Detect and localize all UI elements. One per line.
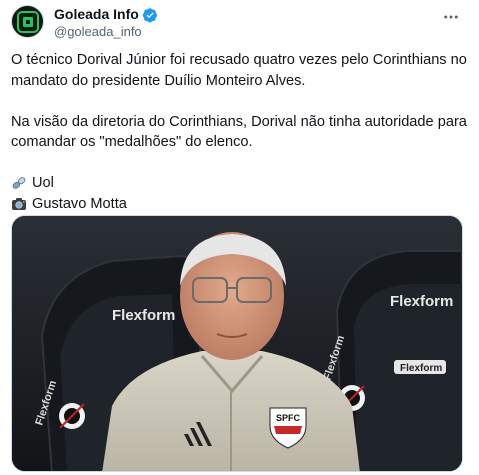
avatar[interactable] (11, 5, 44, 38)
tweet-paragraph-1: O técnico Dorival Júnior foi recusado qu… (11, 52, 467, 89)
tweet-card: Goleada Info @goleada_info O técnico Dor… (0, 0, 479, 475)
tweet-photo[interactable]: Flexform Flexform Flexform Flexform Flex… (11, 215, 463, 472)
verified-badge-icon (142, 7, 158, 23)
sponsor-text-left: Flexform (112, 307, 175, 324)
tweet-header: Goleada Info @goleada_info (11, 5, 469, 39)
tweet-paragraph-2: Na visão da diretoria do Corinthians, Do… (11, 113, 467, 151)
photo-credit: Gustavo Motta (32, 195, 127, 212)
spfc-badge-text: SPFC (276, 413, 301, 423)
sponsor-text-right-tag: Flexform (400, 363, 442, 374)
goleada-logo-icon (16, 10, 39, 33)
link-icon (11, 175, 28, 191)
author-display-name[interactable]: Goleada Info (54, 6, 139, 23)
more-options-icon[interactable] (439, 8, 463, 26)
photo-credit-line: Gustavo Motta (11, 194, 471, 215)
author-block: Goleada Info @goleada_info (54, 6, 158, 40)
author-handle[interactable]: @goleada_info (54, 23, 158, 40)
sponsor-text-right: Flexform (390, 293, 453, 310)
source-line: Uol (11, 173, 471, 194)
tweet-text: O técnico Dorival Júnior foi recusado qu… (11, 50, 471, 214)
corinthians-crest-left-icon (59, 403, 85, 429)
source-label: Uol (32, 175, 54, 191)
camera-icon (11, 196, 28, 211)
